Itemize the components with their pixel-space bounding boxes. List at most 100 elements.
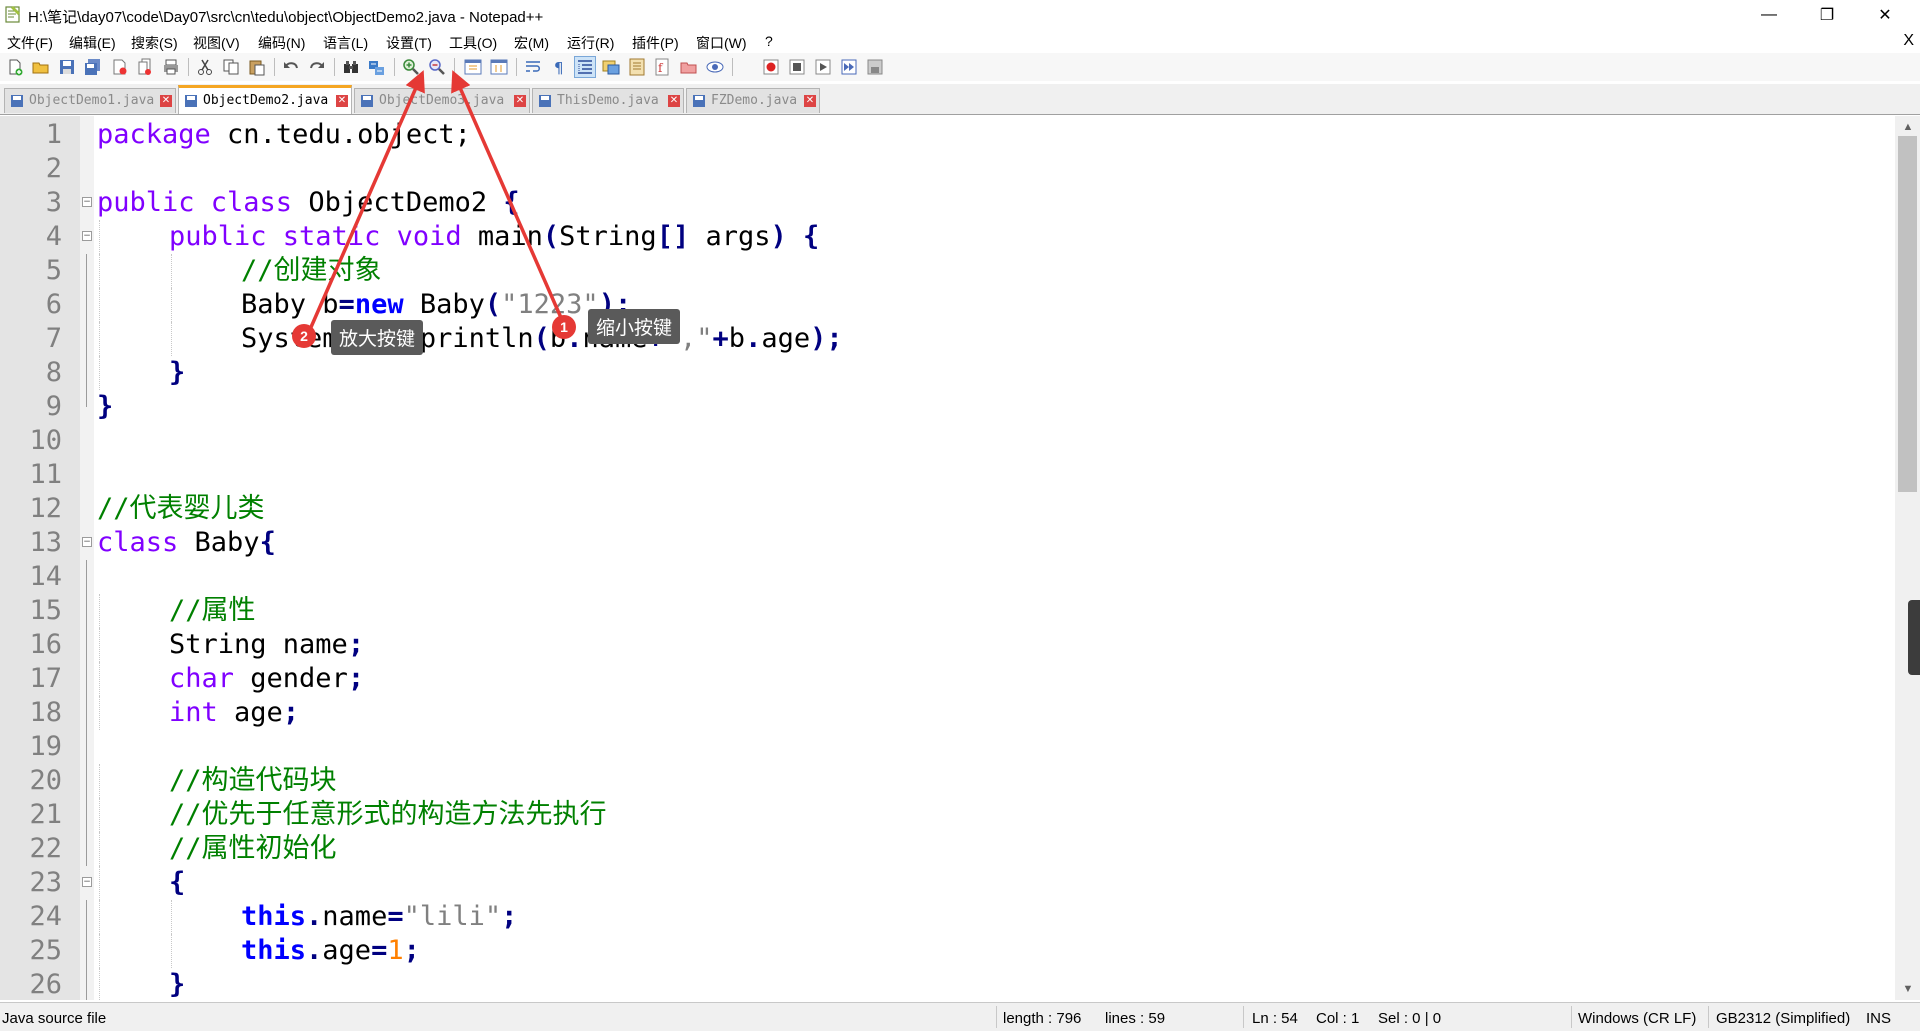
menu-tools[interactable]: 工具(O) xyxy=(449,33,497,53)
menu-view[interactable]: 视图(V) xyxy=(193,33,240,53)
folder-workspace-icon[interactable] xyxy=(678,56,700,78)
close-window-button[interactable]: ✕ xyxy=(1856,0,1914,30)
run-macro-multiple-icon[interactable] xyxy=(838,56,860,78)
fold-toggle-icon[interactable]: − xyxy=(82,537,92,547)
menu-plugins[interactable]: 插件(P) xyxy=(632,33,679,53)
sync-horizontal-icon[interactable] xyxy=(488,56,510,78)
redo-icon[interactable] xyxy=(306,56,328,78)
record-macro-icon[interactable] xyxy=(760,56,782,78)
code-line[interactable]: 11 xyxy=(0,458,1895,492)
code-line[interactable]: 17 char gender; xyxy=(0,662,1895,696)
maximize-button[interactable]: ❐ xyxy=(1798,0,1856,30)
code-line[interactable]: 14 xyxy=(0,560,1895,594)
replace-icon[interactable] xyxy=(366,56,388,78)
stop-macro-icon[interactable] xyxy=(786,56,808,78)
cut-icon[interactable] xyxy=(194,56,216,78)
monitoring-icon[interactable] xyxy=(704,56,726,78)
close-document-x[interactable]: X xyxy=(1903,32,1914,50)
tab-close-icon[interactable]: ✕ xyxy=(514,95,526,107)
menu-search[interactable]: 搜索(S) xyxy=(131,33,178,53)
find-icon[interactable] xyxy=(340,56,362,78)
tab-close-icon[interactable]: ✕ xyxy=(668,95,680,107)
scroll-down-arrow-icon[interactable]: ▼ xyxy=(1899,980,1917,998)
menu-help[interactable]: ? xyxy=(765,33,773,49)
close-icon[interactable] xyxy=(108,56,130,78)
new-file-icon[interactable] xyxy=(4,56,26,78)
code-line[interactable]: 7System.out.println(b.name+","+b.age); xyxy=(0,322,1895,356)
copy-icon[interactable] xyxy=(220,56,242,78)
function-list-icon[interactable]: f xyxy=(652,56,674,78)
menu-macro[interactable]: 宏(M) xyxy=(514,33,549,53)
toolbar-separator xyxy=(454,58,455,76)
code-line[interactable]: 16 String name; xyxy=(0,628,1895,662)
code-line[interactable]: 10 xyxy=(0,424,1895,458)
menu-edit[interactable]: 编辑(E) xyxy=(69,33,116,53)
open-file-icon[interactable] xyxy=(30,56,52,78)
code-line[interactable]: 4 − public static void main(String[] args)… xyxy=(0,220,1895,254)
zoom-in-icon[interactable] xyxy=(400,56,422,78)
undo-icon[interactable] xyxy=(280,56,302,78)
close-all-icon[interactable] xyxy=(134,56,156,78)
user-language-icon[interactable] xyxy=(600,56,622,78)
paste-icon[interactable] xyxy=(246,56,268,78)
code-line[interactable]: 5 //创建对象 xyxy=(0,254,1895,288)
code-line[interactable]: 18 int age; xyxy=(0,696,1895,730)
code-line[interactable]: 19 xyxy=(0,730,1895,764)
code-line[interactable]: 8} xyxy=(0,356,1895,390)
indent-guide xyxy=(99,254,100,288)
code-line[interactable]: 22 //属性初始化 xyxy=(0,832,1895,866)
code-line[interactable]: 15 //属性 xyxy=(0,594,1895,628)
save-all-icon[interactable] xyxy=(82,56,104,78)
scrollbar-thumb[interactable] xyxy=(1898,136,1917,492)
code-line[interactable]: 6 Baby b=new Baby("1223"); xyxy=(0,288,1895,322)
save-icon[interactable] xyxy=(56,56,78,78)
menu-file[interactable]: 文件(F) xyxy=(7,33,53,53)
status-encoding[interactable]: GB2312 (Simplified) xyxy=(1716,1010,1850,1027)
side-panel-handle[interactable] xyxy=(1908,600,1920,675)
sync-vertical-icon[interactable] xyxy=(462,56,484,78)
code-line[interactable]: 23 − { xyxy=(0,866,1895,900)
code-text: //代表婴儿类 xyxy=(97,492,265,526)
code-line[interactable]: 20 //构造代码块 xyxy=(0,764,1895,798)
code-line[interactable]: 25 this.age=1; xyxy=(0,934,1895,968)
tab-close-icon[interactable]: ✕ xyxy=(804,95,816,107)
tab-close-icon[interactable]: ✕ xyxy=(160,95,172,107)
menu-window[interactable]: 窗口(W) xyxy=(696,33,747,53)
word-wrap-icon[interactable] xyxy=(522,56,544,78)
scroll-up-arrow-icon[interactable]: ▲ xyxy=(1899,118,1917,136)
zoom-out-icon[interactable] xyxy=(426,56,448,78)
code-token: //属性初始化 xyxy=(169,833,337,864)
saved-file-icon xyxy=(539,95,551,107)
save-macro-icon[interactable] xyxy=(864,56,886,78)
code-line[interactable]: 26} xyxy=(0,968,1895,1000)
menu-settings[interactable]: 设置(T) xyxy=(386,33,432,53)
fold-toggle-icon[interactable]: − xyxy=(82,231,92,241)
menu-run[interactable]: 运行(R) xyxy=(567,33,614,53)
code-line[interactable]: 1 package cn.tedu.object; xyxy=(0,118,1895,152)
tab-thisdemo[interactable]: ThisDemo.java ✕ xyxy=(532,88,684,113)
code-line[interactable]: 9} xyxy=(0,390,1895,424)
fold-toggle-icon[interactable]: − xyxy=(82,877,92,887)
code-line[interactable]: 21 //优先于任意形式的构造方法先执行 xyxy=(0,798,1895,832)
code-line[interactable]: 24 this.name="lili"; xyxy=(0,900,1895,934)
print-icon[interactable] xyxy=(160,56,182,78)
indent-guide-icon[interactable] xyxy=(574,56,596,78)
menu-language[interactable]: 语言(L) xyxy=(323,33,368,53)
code-line[interactable]: 2 xyxy=(0,152,1895,186)
code-editor[interactable]: 1 package cn.tedu.object; 2 3− public class … xyxy=(0,116,1920,1000)
doc-map-icon[interactable] xyxy=(626,56,648,78)
show-all-chars-icon[interactable]: ¶ xyxy=(548,56,570,78)
tab-objectdemo3[interactable]: ObjectDemo3.java ✕ xyxy=(354,88,530,113)
tab-objectdemo2[interactable]: ObjectDemo2.java ✕ xyxy=(178,85,352,114)
code-line[interactable]: 3 − public class ObjectDemo2 { xyxy=(0,186,1895,220)
status-eol-format[interactable]: Windows (CR LF) xyxy=(1578,1010,1696,1027)
minimize-button[interactable]: — xyxy=(1740,0,1798,30)
tab-close-icon[interactable]: ✕ xyxy=(336,95,348,107)
menu-encoding[interactable]: 编码(N) xyxy=(258,33,305,53)
play-macro-icon[interactable] xyxy=(812,56,834,78)
tab-objectdemo1[interactable]: ObjectDemo1.java ✕ xyxy=(4,88,176,113)
code-line[interactable]: 12 //代表婴儿类 xyxy=(0,492,1895,526)
code-line[interactable]: 13 − class Baby{ xyxy=(0,526,1895,560)
fold-toggle-icon[interactable]: − xyxy=(82,197,92,207)
tab-fzdemo[interactable]: FZDemo.java ✕ xyxy=(686,88,820,113)
